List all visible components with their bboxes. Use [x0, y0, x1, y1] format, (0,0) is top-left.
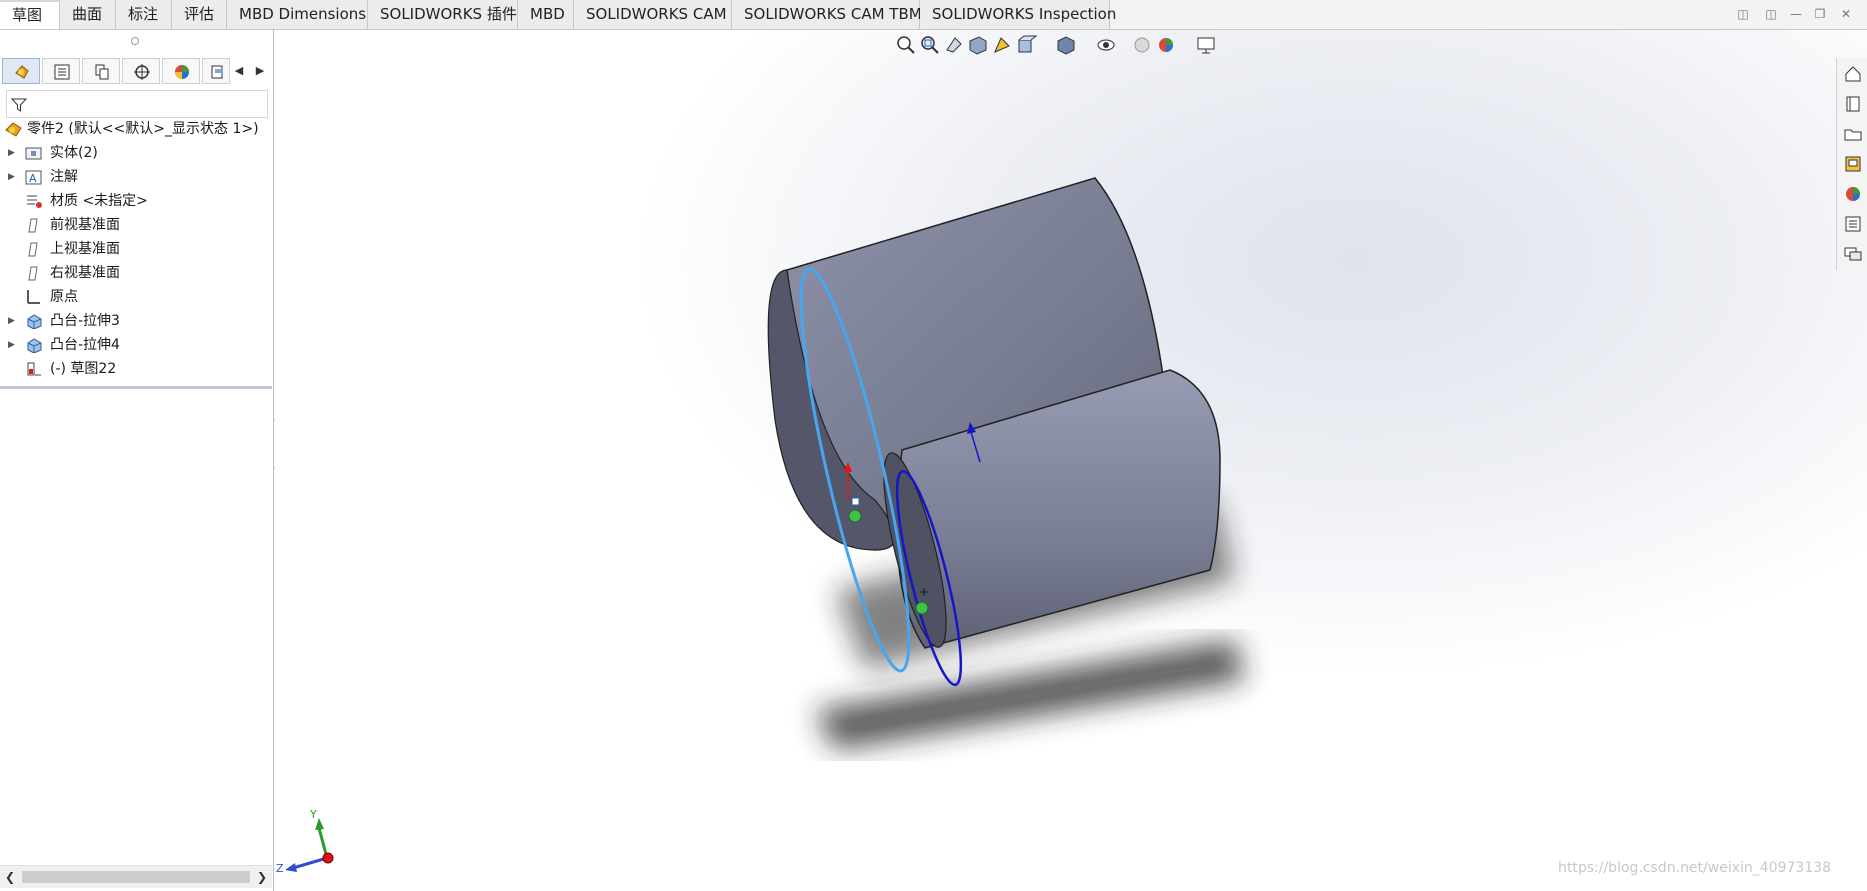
- display-manager-tab[interactable]: [162, 58, 200, 84]
- task-pane-tabs: [1836, 58, 1867, 270]
- model-view[interactable]: Y Z: [275, 30, 1867, 891]
- cam-tab[interactable]: [202, 58, 230, 84]
- material-icon: [27, 195, 42, 208]
- tree-item-boss-extrude3[interactable]: ▶ 凸台-拉伸3: [0, 310, 272, 332]
- design-library-icon[interactable]: [1843, 94, 1863, 114]
- coincident-relation-icon[interactable]: [915, 601, 929, 615]
- panel-horizontal-scrollbar[interactable]: ❮ ❯: [0, 865, 272, 888]
- tree-item-label: 实体(2): [50, 145, 98, 161]
- display-manager-icon: [175, 65, 189, 79]
- property-manager-tab[interactable]: [42, 58, 80, 84]
- tab-surfaces[interactable]: 曲面: [60, 0, 116, 29]
- sketch-point-icon[interactable]: [851, 497, 860, 506]
- rollback-bar[interactable]: [0, 386, 272, 389]
- part-icon: [5, 122, 22, 137]
- tree-filter-field[interactable]: [6, 90, 268, 118]
- panel-grip-icon[interactable]: [131, 37, 139, 45]
- tree-item-origin[interactable]: 原点: [0, 286, 272, 308]
- annotations-icon: A: [25, 170, 42, 185]
- feature-manager-tab[interactable]: [2, 58, 40, 84]
- feature-manager-panel: ◀ ▶ 零件2 (默认<<默认>_显示状态 1>) ▶ 实体(2) ▶ A 注解…: [0, 30, 274, 891]
- view-palette-icon[interactable]: [1843, 154, 1863, 174]
- scroll-right-arrow-icon[interactable]: ❯: [254, 868, 270, 886]
- dimxpert-tab[interactable]: [122, 58, 160, 84]
- tab-solidworks-addins[interactable]: SOLIDWORKS 插件: [368, 0, 518, 29]
- tab-markup[interactable]: 标注: [116, 0, 172, 29]
- coincident-relation-icon[interactable]: [848, 509, 862, 523]
- tree-item-sketch22[interactable]: (-) 草图22: [0, 358, 272, 380]
- watermark-text: https://blog.csdn.net/weixin_40973138: [1558, 860, 1832, 876]
- feature-manager-icon: [15, 65, 29, 79]
- expand-arrow-icon[interactable]: ▶: [8, 334, 18, 356]
- tree-item-solid-bodies[interactable]: ▶ 实体(2): [0, 142, 272, 164]
- restore-icon[interactable]: ❐: [1812, 6, 1828, 22]
- triad-z-label: Z: [276, 862, 284, 875]
- tab-mbd[interactable]: MBD: [518, 0, 574, 29]
- tree-item-top-plane[interactable]: 上视基准面: [0, 238, 272, 260]
- plane-icon: [28, 266, 38, 281]
- tab-evaluate[interactable]: 评估: [172, 0, 227, 29]
- appearances-scenes-icon[interactable]: [1843, 184, 1863, 204]
- scrollbar-thumb[interactable]: [22, 871, 250, 883]
- tree-item-label: 材质 <未指定>: [50, 193, 148, 209]
- panel-tab-bar: ◀ ▶: [2, 58, 270, 86]
- tree-item-material[interactable]: 材质 <未指定>: [0, 190, 272, 212]
- plane-icon: [28, 218, 38, 233]
- expand-arrow-icon[interactable]: ▶: [8, 166, 18, 188]
- tab-mbd-dimensions[interactable]: MBD Dimensions: [227, 0, 368, 29]
- tree-item-label: 注解: [50, 169, 78, 185]
- boss-extrude-icon: [27, 338, 42, 353]
- tree-item-label: (-) 草图22: [50, 361, 117, 377]
- sketch-icon: [27, 362, 41, 376]
- tree-item-annotations[interactable]: ▶ A 注解: [0, 166, 272, 188]
- triad-y-label: Y: [309, 808, 317, 821]
- expand-arrow-icon[interactable]: ▶: [8, 142, 18, 164]
- tree-item-label: 上视基准面: [50, 241, 120, 257]
- panel-tabs-left-arrow-icon[interactable]: ◀: [231, 62, 247, 80]
- tree-root-part[interactable]: 零件2 (默认<<默认>_显示状态 1>): [0, 118, 272, 140]
- tree-item-right-plane[interactable]: 右视基准面: [0, 262, 272, 284]
- tree-item-label: 右视基准面: [50, 265, 120, 281]
- tree-root-label: 零件2 (默认<<默认>_显示状态 1>): [27, 121, 259, 137]
- dimxpert-icon: [134, 64, 150, 80]
- tab-solidworks-cam-tbm[interactable]: SOLIDWORKS CAM TBM: [732, 0, 922, 29]
- configuration-manager-icon: [95, 64, 109, 80]
- file-explorer-icon[interactable]: [1843, 124, 1863, 144]
- forum-icon[interactable]: [1843, 244, 1863, 264]
- panel-tabs-right-arrow-icon[interactable]: ▶: [252, 62, 268, 80]
- svg-text:A: A: [29, 172, 37, 185]
- tab-sketch[interactable]: 草图: [0, 0, 60, 29]
- tree-item-label: 凸台-拉伸4: [50, 337, 120, 353]
- custom-properties-icon[interactable]: [1843, 214, 1863, 234]
- command-manager-tabs: 草图 曲面 标注 评估 MBD Dimensions SOLIDWORKS 插件…: [0, 0, 1867, 30]
- tile-left-icon[interactable]: ◫: [1735, 6, 1751, 22]
- tree-item-label: 前视基准面: [50, 217, 120, 233]
- configuration-manager-tab[interactable]: [82, 58, 120, 84]
- close-icon[interactable]: ✕: [1838, 6, 1854, 22]
- tree-item-front-plane[interactable]: 前视基准面: [0, 214, 272, 236]
- tab-solidworks-inspection[interactable]: SOLIDWORKS Inspection: [920, 0, 1116, 29]
- solidworks-resources-icon[interactable]: [1843, 64, 1863, 84]
- tab-solidworks-cam[interactable]: SOLIDWORKS CAM: [574, 0, 732, 29]
- tile-right-icon[interactable]: ◫: [1763, 6, 1779, 22]
- filter-icon: [11, 98, 27, 112]
- expand-arrow-icon[interactable]: ▶: [8, 310, 18, 332]
- minimize-icon[interactable]: —: [1788, 6, 1804, 22]
- plane-icon: [28, 242, 38, 257]
- tree-item-boss-extrude4[interactable]: ▶ 凸台-拉伸4: [0, 334, 272, 356]
- graphics-area[interactable]: Y Z: [275, 30, 1867, 891]
- tree-item-label: 原点: [50, 289, 78, 305]
- property-manager-icon: [54, 64, 70, 80]
- boss-extrude-icon: [27, 314, 42, 329]
- solid-bodies-folder-icon: [25, 147, 42, 160]
- origin-icon: [27, 290, 40, 304]
- cam-icon: [211, 65, 223, 79]
- tree-item-label: 凸台-拉伸3: [50, 313, 120, 329]
- scroll-left-arrow-icon[interactable]: ❮: [2, 868, 18, 886]
- coordinate-triad: Y Z: [276, 808, 334, 875]
